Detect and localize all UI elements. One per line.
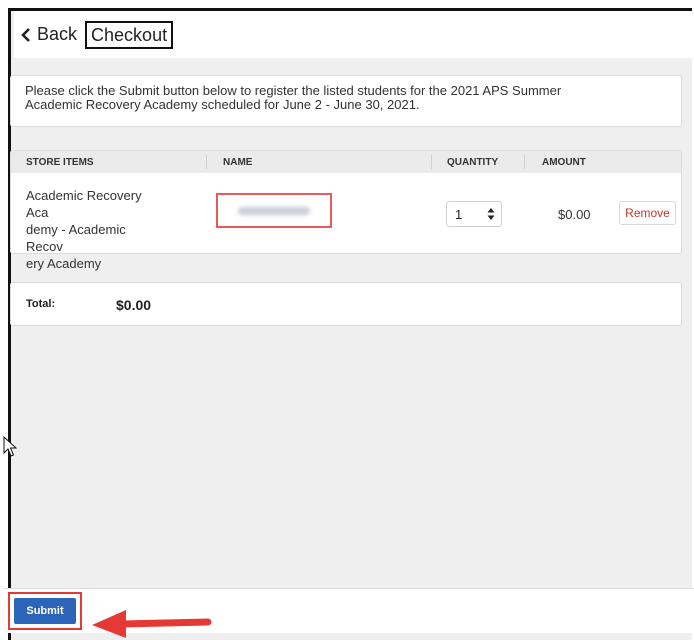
instructions-line-2: Academic Recovery Academy scheduled for … bbox=[25, 97, 420, 112]
column-header-amount: AMOUNT bbox=[542, 157, 586, 168]
store-item-line-2: demy - Academic Recov bbox=[26, 222, 126, 254]
column-divider bbox=[206, 155, 207, 169]
store-items-table: STORE ITEMS NAME QUANTITY AMOUNT Academi… bbox=[10, 150, 682, 271]
column-divider bbox=[524, 155, 525, 169]
instructions-card: Please click the Submit button below to … bbox=[10, 75, 682, 127]
instructions-line-1: Please click the Submit button below to … bbox=[25, 83, 562, 98]
store-item-line-1: Academic Recovery Aca bbox=[26, 188, 142, 220]
blurred-name bbox=[238, 206, 310, 215]
total-card: Total: $0.00 bbox=[10, 282, 682, 326]
spinner-arrows-icon[interactable] bbox=[487, 207, 495, 221]
red-arrow-icon bbox=[92, 610, 212, 638]
back-label: Back bbox=[37, 24, 78, 44]
back-link[interactable]: Back bbox=[19, 24, 77, 45]
quantity-value: 1 bbox=[455, 206, 463, 222]
page-title: Checkout bbox=[85, 20, 174, 49]
remove-button[interactable]: Remove bbox=[619, 201, 676, 225]
header-bar: Back Checkout bbox=[14, 11, 692, 58]
table-header: STORE ITEMS NAME QUANTITY AMOUNT bbox=[11, 151, 681, 173]
submit-highlight: Submit bbox=[8, 592, 82, 630]
mouse-pointer-icon bbox=[3, 436, 17, 457]
column-header-name: NAME bbox=[223, 157, 253, 168]
quantity-stepper[interactable]: 1 bbox=[446, 201, 502, 227]
column-divider bbox=[431, 155, 432, 169]
submit-button[interactable]: Submit bbox=[14, 598, 76, 624]
store-item-line-3: ery Academy bbox=[26, 256, 102, 271]
total-value: $0.00 bbox=[116, 297, 152, 313]
total-label: Total: bbox=[26, 298, 56, 310]
chevron-left-icon bbox=[21, 27, 30, 42]
student-name-redacted bbox=[216, 193, 332, 228]
store-item-name: Academic Recovery Aca demy - Academic Re… bbox=[26, 187, 166, 272]
column-header-quantity: QUANTITY bbox=[447, 157, 499, 168]
column-header-store-items: STORE ITEMS bbox=[26, 157, 94, 168]
item-amount: $0.00 bbox=[558, 207, 591, 222]
